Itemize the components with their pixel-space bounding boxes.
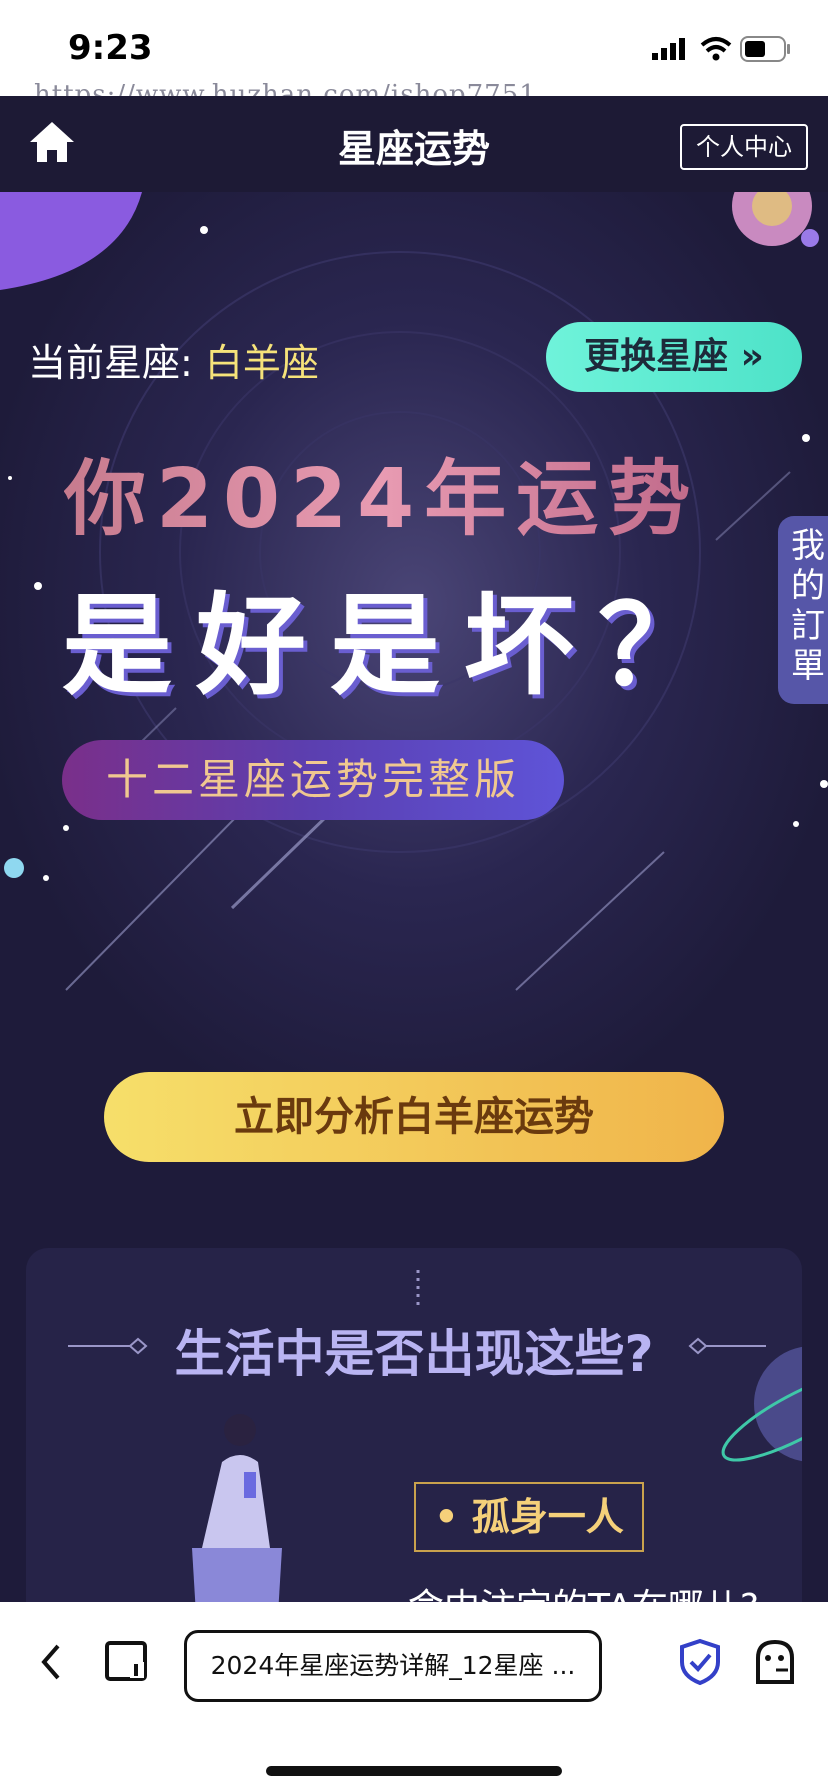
tabs-icon[interactable] [104,1640,150,1684]
ghost-icon[interactable] [754,1638,796,1686]
url-bar[interactable]: 2024年星座运势详解_12星座 ... [184,1630,602,1702]
user-center-button[interactable]: 个人中心 [680,124,808,170]
current-sign-label: 当前星座: [28,341,205,385]
chevron-left-icon[interactable] [38,1642,64,1682]
card-subtitle: 命中注定的TA在哪儿? [408,1578,759,1602]
analyze-button[interactable]: 立即分析白羊座运势 [104,1072,724,1162]
full-version-pill: 十二星座运势完整版 [62,740,564,820]
battery-icon [740,36,790,62]
current-sign-text: 当前星座: 白羊座 [28,332,319,387]
signal-icon [652,38,685,60]
headline-year: 你2024年运势 [64,432,700,551]
alone-tag: • 孤身一人 [414,1482,644,1552]
status-bar: 9:23 https://www.huzhan.com/ishop7751 [0,0,828,110]
shield-check-icon[interactable] [678,1638,722,1686]
browser-toolbar: 2024年星座运势详解_12星座 ... [0,1602,828,1792]
wifi-icon [700,37,732,61]
life-situations-card: 生活中是否出现这些? • 孤身一人 命中注定的TA在哪儿? [26,1248,802,1602]
headline-question: 是好是坏？ [62,582,732,710]
app-header: 星座运势 个人中心 [0,96,828,192]
my-orders-tab[interactable]: 我的訂單 [778,516,828,704]
change-sign-button[interactable]: 更换星座 » [546,322,802,392]
current-sign-value: 白羊座 [204,341,319,385]
home-indicator [266,1766,562,1776]
app-content: 星座运势 个人中心 当前星座: 白羊座 更换星座 » 你2024年运势 是好是坏… [0,96,828,1602]
my-orders-label: 我的訂單 [791,526,825,686]
hero-banner: 当前星座: 白羊座 更换星座 » 你2024年运势 是好是坏？ 十二星座运势完整… [0,192,828,1112]
status-time: 9:23 [68,28,153,68]
card-title: 生活中是否出现这些? [174,1325,654,1383]
